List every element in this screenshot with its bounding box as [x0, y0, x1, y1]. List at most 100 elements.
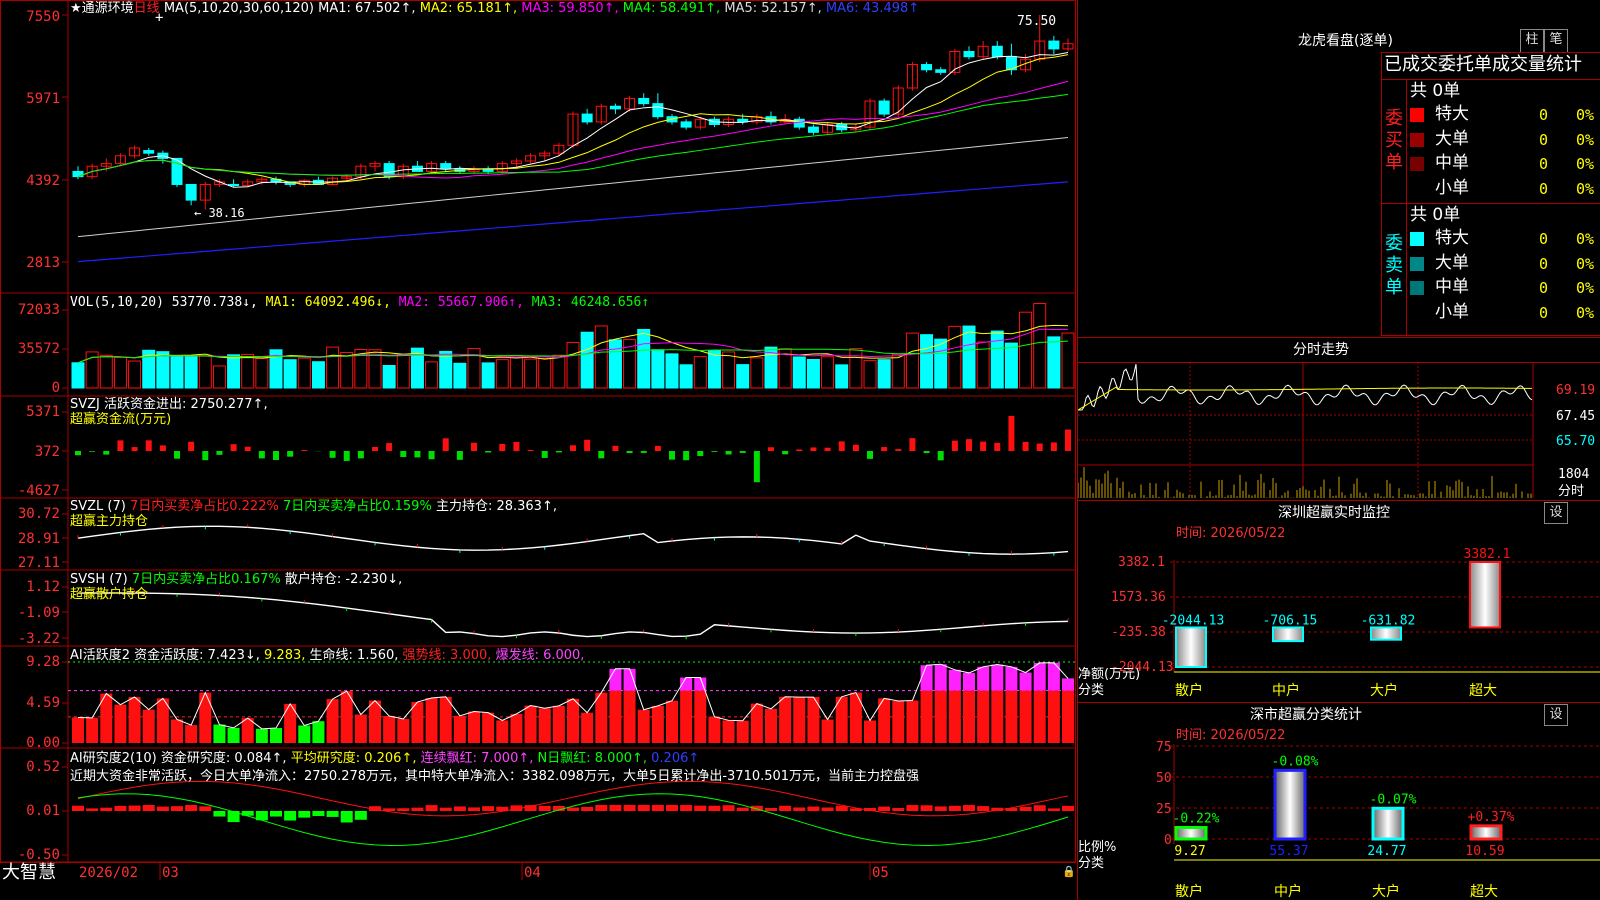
- sz-monitor-settings-button[interactable]: 设: [1544, 502, 1568, 524]
- ai1-bar: [270, 728, 282, 743]
- volume-bar: [524, 358, 538, 389]
- buy-label: 委买单: [1385, 108, 1403, 173]
- volume-bar: [71, 362, 85, 389]
- ai1-bar: [411, 702, 424, 743]
- vol-params: VOL(5,10,20): [70, 295, 164, 310]
- svzj-bar: [159, 445, 166, 451]
- volume-bar: [637, 328, 651, 389]
- svzj-bar: [400, 451, 407, 458]
- svzj-bar: [527, 449, 534, 451]
- fenshi-ytick: 67.45: [1556, 409, 1596, 424]
- volume-bar: [241, 353, 255, 389]
- ai2-bar: [892, 807, 905, 811]
- fenshi-vol-unit: 分时: [1558, 484, 1585, 499]
- candle-body: [963, 50, 975, 58]
- svzj-bar: [258, 451, 265, 459]
- svzj-bar: [867, 451, 873, 459]
- order-percent: 0%: [1576, 230, 1595, 248]
- ma2-value: MA2: 65.181↑,: [419, 1, 518, 16]
- lock-icon[interactable]: 🔒: [1062, 866, 1076, 877]
- svzj-bar: [485, 451, 492, 453]
- ai2-bar: [439, 807, 452, 811]
- ai2-bar: [878, 806, 891, 811]
- ai2-bar: [595, 804, 608, 811]
- ai1-bar: [864, 720, 876, 743]
- svzj-bar: [994, 442, 1001, 451]
- order-row: 特大 0 0%: [1408, 104, 1600, 126]
- tick-mode-button[interactable]: 笔: [1544, 29, 1568, 53]
- x-label: 03: [162, 865, 179, 881]
- ai1-bar: [892, 701, 905, 743]
- sz-class-settings-button[interactable]: 设: [1544, 704, 1568, 726]
- period-label[interactable]: 日线: [134, 1, 160, 16]
- ai1-bar: [595, 692, 608, 743]
- svzj-bar: [881, 447, 888, 451]
- volume-bar: [849, 348, 863, 389]
- order-count: 0: [1539, 279, 1549, 297]
- svzj-bar: [753, 451, 760, 483]
- ai1-bar-burst: [1019, 672, 1032, 691]
- volume-bar: [184, 355, 198, 389]
- volume-bar: [891, 353, 905, 389]
- ai2-bar: [765, 807, 777, 811]
- candle-body: [638, 97, 650, 105]
- ai1-bar: [171, 719, 183, 743]
- ma6-value: MA6: 43.498↑: [825, 1, 920, 16]
- vol-ma2: MA2: 55667.906↑,: [398, 295, 524, 310]
- bar-mode-button[interactable]: 柱: [1520, 29, 1544, 53]
- svsh-ytick: -3.22: [17, 631, 60, 647]
- chart-area[interactable]: + ★通源环境日线 MA(5,10,20,30,60,120) MA1: 67.…: [0, 0, 1076, 900]
- svzj-bar: [202, 451, 209, 461]
- ai2-bar: [100, 807, 113, 811]
- color-swatch: [1410, 232, 1424, 246]
- volume-bar: [792, 356, 806, 389]
- volume-bar: [439, 350, 453, 389]
- sz-monitor-bar: [1175, 626, 1207, 669]
- volume-bar: [382, 364, 396, 389]
- ai1-bar: [821, 719, 834, 743]
- svzj-bar: [584, 439, 591, 451]
- ai1-bar: [538, 708, 551, 743]
- svsh-ratio: 7日内买卖净占比0.167%: [131, 572, 281, 587]
- volume-bar: [340, 352, 354, 389]
- ai2-bar: [1033, 805, 1046, 811]
- ai1-bar: [482, 712, 495, 743]
- volume-bar: [425, 361, 439, 389]
- ma1-value: MA1: 67.502↑,: [318, 1, 416, 16]
- svsh-line: [77, 592, 1069, 638]
- svzl-ytick: 28.91: [17, 531, 60, 547]
- ai2-bar: [340, 811, 353, 823]
- ai1-bar: [524, 705, 537, 743]
- sz-monitor-ylabel: 净额(万元): [1078, 667, 1141, 682]
- order-size-label: 特大: [1435, 228, 1469, 248]
- ai2-bar: [411, 807, 424, 811]
- svzj-bar: [301, 450, 308, 451]
- svzj-bar: [1036, 443, 1043, 451]
- ai2-bar: [72, 805, 84, 811]
- svzj-bar: [1065, 429, 1071, 451]
- main-header: ★通源环境日线 MA(5,10,20,30,60,120) MA1: 67.50…: [70, 2, 919, 15]
- svzj-bar: [513, 441, 520, 451]
- svzj-bar: [329, 451, 336, 458]
- svzj-bar: [442, 438, 449, 451]
- ai2-bar: [1047, 808, 1060, 811]
- sz-monitor-bar: [1370, 626, 1402, 641]
- ai1-header: AI活跃度2 资金活跃度: 7.423↓, 9.283, 生命线: 1.560,…: [70, 649, 584, 662]
- stock-name[interactable]: 通源环境: [82, 1, 134, 16]
- main-ytick: 2813: [26, 255, 60, 271]
- main-ytick: 5971: [26, 91, 60, 107]
- volume-bar: [580, 331, 594, 389]
- svzl-line: [77, 525, 1069, 555]
- ai2-bar: [977, 806, 990, 811]
- ai2-bar: [779, 805, 792, 811]
- svzj-bar: [895, 449, 902, 451]
- ai2-bar: [185, 805, 198, 811]
- order-row: 小单 0 0%: [1408, 178, 1600, 200]
- order-percent: 0%: [1576, 130, 1595, 149]
- svzj-bar: [117, 440, 124, 451]
- ai2-bar: [482, 806, 495, 811]
- fenshi-price-line: [1078, 363, 1533, 411]
- candle-body: [143, 150, 155, 154]
- sz-class-change-label: -0.08%: [1272, 754, 1319, 769]
- sz-monitor-title: 深圳超赢实时监控: [1278, 505, 1390, 521]
